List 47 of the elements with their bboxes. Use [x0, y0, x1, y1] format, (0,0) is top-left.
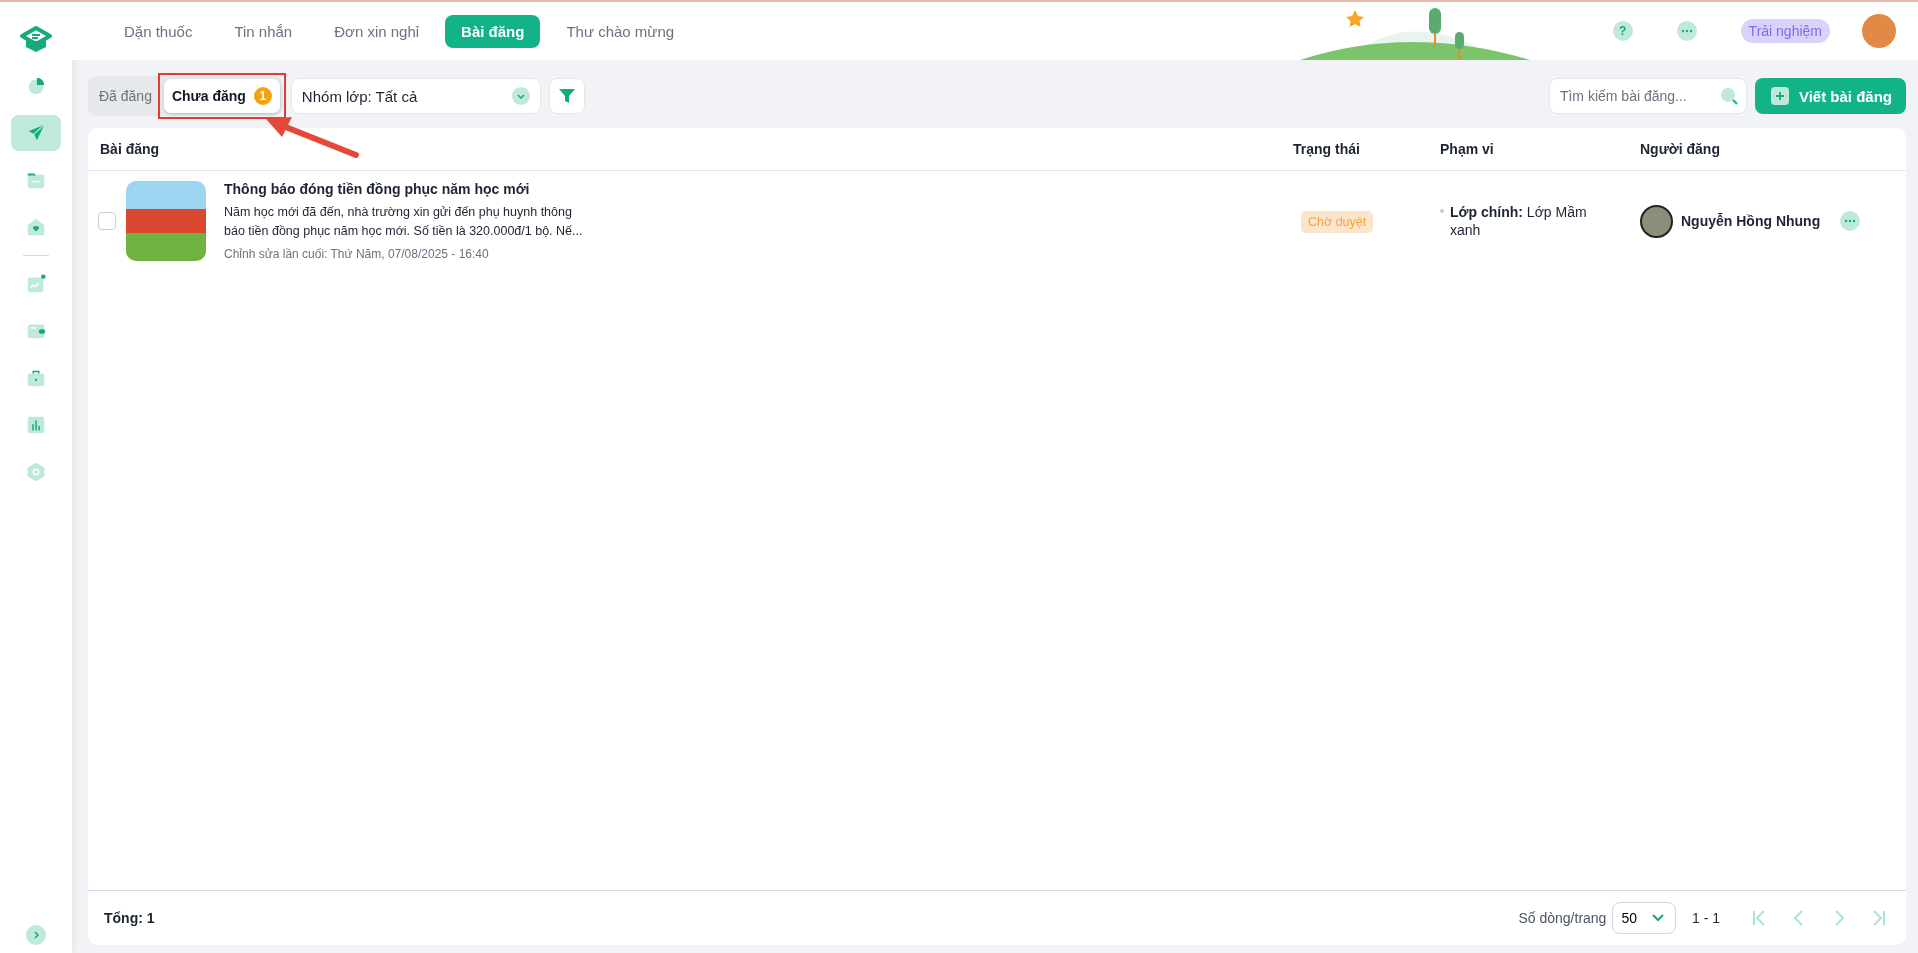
filter-icon	[557, 87, 576, 105]
plus-icon	[1770, 87, 1789, 105]
status-tag: Chờ duyệt	[1301, 211, 1374, 233]
row-checkbox[interactable]	[98, 212, 116, 230]
filter-button[interactable]	[548, 78, 585, 114]
chevron-down-icon	[511, 87, 530, 105]
status-tab[interactable]: Đã đăng	[91, 79, 160, 113]
top-tab[interactable]: Dặn thuốc	[108, 14, 209, 48]
sidebar-item[interactable]	[11, 115, 61, 151]
more-icon	[1844, 219, 1856, 223]
author-name: Nguyễn Hồng Nhung	[1681, 213, 1821, 229]
count-badge: 1	[253, 87, 272, 105]
rows-per-page-dropdown[interactable]: 50	[1612, 902, 1676, 934]
class-group-dropdown[interactable]: Nhóm lớp: Tất cả	[290, 78, 541, 114]
home-icon	[25, 216, 47, 238]
top-tab[interactable]: Thư chào mừng	[550, 14, 691, 48]
hexagon-icon	[25, 461, 47, 483]
status-tab[interactable]: Chưa đăng 1	[163, 79, 280, 113]
chevron-right-icon	[31, 930, 41, 940]
total-count: Tổng: 1	[104, 910, 155, 926]
rows-per-page-label: Số dòng/trang	[1518, 910, 1607, 926]
top-tab[interactable]: Bài đăng	[445, 14, 541, 48]
more-icon	[1680, 29, 1693, 33]
new-post-button[interactable]: Viết bài đăng	[1754, 78, 1906, 114]
scope-text: Lớp chính: Lớp Mầm xanh	[1450, 202, 1588, 240]
trial-button[interactable]: Trải nghiệm	[1740, 19, 1830, 43]
search-field[interactable]: Tìm kiếm bài đăng...	[1548, 78, 1747, 114]
expand-button[interactable]	[26, 925, 46, 945]
top-tab[interactable]: Đơn xin nghỉ	[318, 14, 436, 48]
top-tab[interactable]: Tin nhắn	[218, 14, 309, 48]
more-button[interactable]	[1676, 21, 1697, 41]
more-button[interactable]	[1840, 211, 1860, 231]
trend-icon	[25, 273, 47, 295]
edited-time: Chỉnh sửa lần cuối: Thứ Năm, 07/08/2025 - 16:40	[224, 246, 490, 261]
column-header: Trạng thái	[1293, 141, 1361, 157]
search-icon	[1718, 86, 1739, 106]
column-header: Bài đăng	[99, 141, 161, 157]
page-range: 1 - 1	[1692, 910, 1720, 926]
chevron-down-icon	[1651, 913, 1665, 923]
post-title[interactable]: Thông báo đóng tiền đồng phục năm học mới	[224, 181, 594, 198]
bullet-icon	[1440, 208, 1444, 213]
user-avatar[interactable]	[1862, 14, 1896, 48]
bars-icon	[25, 414, 47, 436]
post-excerpt: Năm học mới đã đến, nhà trường xin gửi đến phụ huynh thông báo tiền đồng phục năm học mới. Số tiền là 320.000đ/1 bộ. Nế...	[224, 204, 584, 240]
author-avatar	[1640, 204, 1673, 238]
column-header: Phạm vi	[1440, 141, 1495, 157]
column-header: Người đăng	[1640, 141, 1721, 157]
